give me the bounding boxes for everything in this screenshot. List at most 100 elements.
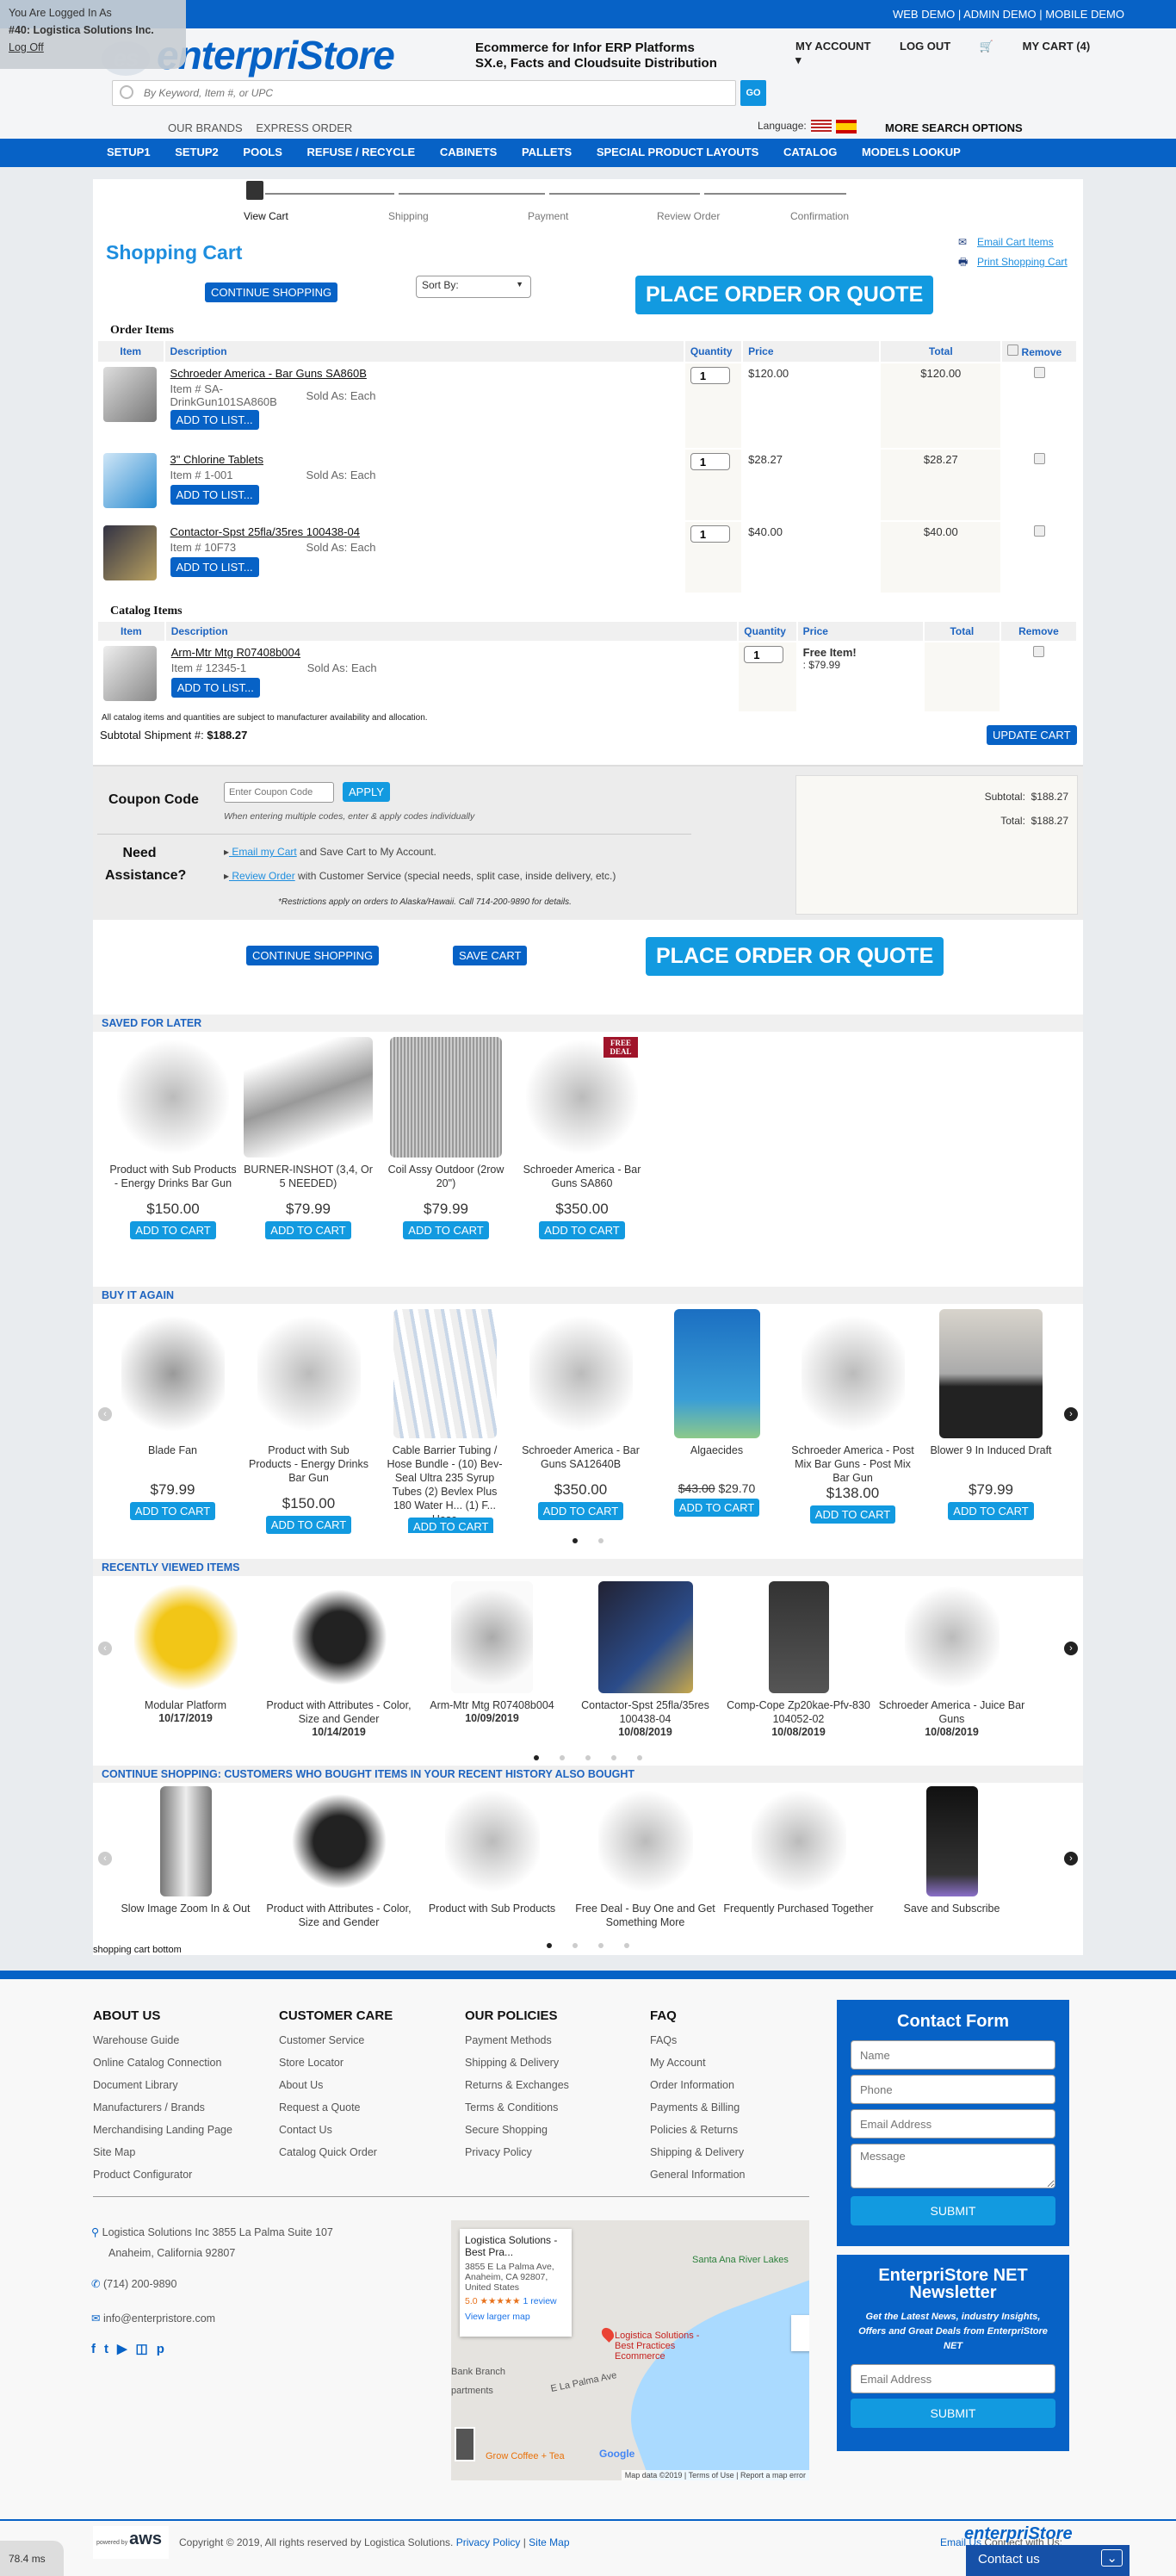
phone-number[interactable]: (714) 200-9890 [103, 2278, 176, 2290]
place-order-button-bottom[interactable]: PLACE ORDER OR QUOTE [646, 937, 944, 976]
product-thumbnail[interactable] [103, 367, 157, 422]
view-larger-map-link[interactable]: View larger map [465, 2312, 566, 2322]
add-to-cart-button[interactable]: ADD TO CART [129, 1502, 216, 1520]
my-account-link[interactable]: MY ACCOUNT [795, 40, 870, 53]
add-to-cart-button[interactable]: ADD TO CART [403, 1221, 489, 1239]
footer-link[interactable]: Returns & Exchanges [465, 2074, 569, 2096]
zoom-out-button[interactable]: − [791, 2332, 810, 2349]
footer-link[interactable]: Secure Shopping [465, 2119, 569, 2141]
product-image[interactable] [121, 1309, 225, 1438]
footer-link[interactable]: Online Catalog Connection [93, 2051, 232, 2074]
product-name[interactable]: Save and Subscribe [876, 1902, 1027, 1915]
contact-message-input[interactable] [851, 2144, 1055, 2188]
our-brands-link[interactable]: OUR BRANDS [168, 121, 243, 134]
add-to-cart-button[interactable]: ADD TO CART [408, 1518, 494, 1533]
continue-shopping-button[interactable]: CONTINUE SHOPPING [205, 282, 338, 302]
product-name[interactable]: Schroeder America - Bar Guns SA860 [517, 1163, 647, 1190]
footer-link[interactable]: General Information [650, 2163, 745, 2186]
pinterest-icon[interactable]: p [157, 2342, 173, 2356]
carousel-next-button[interactable]: › [1064, 1642, 1078, 1655]
nav-item-setup2[interactable]: SETUP2 [175, 146, 219, 158]
email-cart-link[interactable]: ✉ Email Cart Items [958, 233, 1068, 252]
footer-link[interactable]: Privacy Policy [465, 2141, 569, 2163]
footer-link[interactable]: Document Library [93, 2074, 232, 2096]
footer-link[interactable]: Merchandising Landing Page [93, 2119, 232, 2141]
product-image[interactable] [597, 1786, 693, 1896]
coupon-input[interactable] [224, 782, 334, 803]
product-link[interactable]: Arm-Mtr Mtg R07408b004 [171, 646, 733, 659]
footer-link[interactable]: Payments & Billing [650, 2096, 745, 2119]
footer-link[interactable]: FAQs [650, 2029, 745, 2051]
nav-item-special-product-layouts[interactable]: SPECIAL PRODUCT LAYOUTS [597, 146, 759, 158]
contact-submit-button[interactable]: SUBMIT [851, 2196, 1055, 2225]
nav-item-setup1[interactable]: SETUP1 [107, 146, 151, 158]
product-image[interactable] [904, 1581, 1000, 1693]
product-name[interactable]: Contactor-Spst 25fla/35res 100438-04 [570, 1698, 721, 1726]
site-map-link[interactable]: Site Map [529, 2536, 569, 2548]
twitter-icon[interactable]: t [104, 2342, 117, 2356]
add-to-list-button[interactable]: ADD TO LIST... [170, 557, 259, 577]
quantity-input[interactable] [690, 453, 730, 470]
quantity-input[interactable] [744, 646, 784, 663]
nav-item-catalog[interactable]: CATALOG [783, 146, 837, 158]
footer-link[interactable]: Warehouse Guide [93, 2029, 232, 2051]
more-search-options-link[interactable]: MORE SEARCH OPTIONS [885, 121, 1023, 134]
spain-flag-icon[interactable] [836, 120, 857, 133]
footer-link[interactable]: Terms & Conditions [465, 2096, 569, 2119]
product-name[interactable]: Product with Sub Products - Energy Drink… [246, 1443, 371, 1485]
update-cart-button[interactable]: UPDATE CART [987, 725, 1077, 745]
pagination-dot[interactable] [534, 1755, 539, 1760]
product-image[interactable]: FREE DEAL [526, 1037, 638, 1158]
pagination-dot[interactable] [547, 1943, 552, 1948]
add-to-cart-button[interactable]: ADD TO CART [948, 1502, 1034, 1520]
product-name[interactable]: Slow Image Zoom In & Out [110, 1902, 261, 1915]
add-to-cart-button[interactable]: ADD TO CART [673, 1499, 760, 1517]
footer-link[interactable]: Policies & Returns [650, 2119, 745, 2141]
carousel-next-button[interactable]: › [1064, 1407, 1078, 1421]
map-terms-link[interactable]: Terms of Use [689, 2471, 734, 2480]
product-name[interactable]: BURNER-INSHOT (3,4, Or 5 NEEDED) [244, 1163, 373, 1190]
web-demo-link[interactable]: WEB DEMO [893, 8, 955, 21]
contact-email-input[interactable] [851, 2109, 1055, 2138]
footer-link[interactable]: Contact Us [279, 2119, 393, 2141]
product-name[interactable]: Schroeder America - Juice Bar Guns [876, 1698, 1027, 1726]
email-my-cart-link[interactable]: Email my Cart [229, 846, 296, 858]
newsletter-email-input[interactable] [851, 2364, 1055, 2393]
mobile-demo-link[interactable]: MOBILE DEMO [1045, 8, 1124, 21]
add-to-cart-button[interactable]: ADD TO CART [265, 1221, 351, 1239]
privacy-policy-link[interactable]: Privacy Policy [456, 2536, 521, 2548]
product-image[interactable] [257, 1309, 361, 1438]
place-order-button[interactable]: PLACE ORDER OR QUOTE [635, 276, 934, 314]
pagination-dot[interactable] [573, 1538, 578, 1543]
product-image[interactable] [291, 1581, 387, 1693]
product-name[interactable]: Frequently Purchased Together [723, 1902, 874, 1915]
product-name[interactable]: Cable Barrier Tubing / Hose Bundle - (10… [382, 1443, 507, 1526]
pagination-dot[interactable] [637, 1755, 642, 1760]
product-name[interactable]: Schroeder America - Bar Guns SA12640B [518, 1443, 643, 1471]
review-order-link[interactable]: Review Order [229, 870, 294, 882]
admin-demo-link[interactable]: ADMIN DEMO [963, 8, 1037, 21]
nav-item-refuse-recycle[interactable]: REFUSE / RECYCLE [307, 146, 416, 158]
product-link[interactable]: 3" Chlorine Tablets [170, 453, 678, 466]
pagination-dot[interactable] [560, 1755, 565, 1760]
footer-link[interactable]: Store Locator [279, 2051, 393, 2074]
quantity-input[interactable] [690, 525, 730, 543]
product-image[interactable] [925, 1786, 978, 1896]
product-name[interactable]: Product with Sub Products [417, 1902, 567, 1915]
map-report-link[interactable]: Report a map error [740, 2471, 806, 2480]
product-name[interactable]: Blade Fan [110, 1443, 235, 1457]
product-image[interactable] [597, 1581, 693, 1693]
contact-us-widget[interactable]: Contact us ⌄ [966, 2545, 1130, 2576]
nav-item-pallets[interactable]: PALLETS [522, 146, 572, 158]
pagination-dot[interactable] [585, 1755, 591, 1760]
remove-checkbox[interactable] [1033, 367, 1045, 378]
footer-link[interactable]: About Us [279, 2074, 393, 2096]
product-image[interactable] [444, 1786, 540, 1896]
map-satellite-toggle[interactable] [455, 2427, 475, 2461]
footer-link[interactable]: Shipping & Delivery [650, 2141, 745, 2163]
add-to-cart-button[interactable]: ADD TO CART [537, 1502, 624, 1520]
footer-link[interactable]: Payment Methods [465, 2029, 569, 2051]
footer-link[interactable]: My Account [650, 2051, 745, 2074]
add-to-list-button[interactable]: ADD TO LIST... [170, 485, 259, 505]
add-to-list-button[interactable]: ADD TO LIST... [170, 678, 260, 698]
